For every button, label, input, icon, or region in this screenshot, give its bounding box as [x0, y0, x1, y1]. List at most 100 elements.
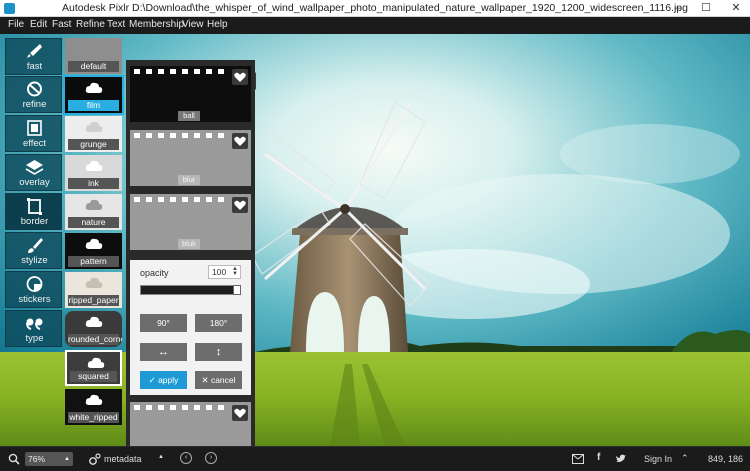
- heart-icon: [234, 200, 246, 210]
- preset-label: default: [68, 61, 119, 72]
- frame-item[interactable]: bluk: [130, 194, 251, 250]
- flip-vertical-button[interactable]: ↕: [195, 343, 242, 361]
- maximize-button[interactable]: ☐: [694, 0, 718, 17]
- category-stylize[interactable]: stylize: [5, 232, 62, 269]
- cancel-button[interactable]: ✕ cancel: [195, 371, 242, 389]
- favorite-button[interactable]: [232, 197, 248, 213]
- caret-up-icon[interactable]: ▲: [158, 454, 164, 460]
- preset-label: rounded_corne: [68, 334, 122, 345]
- frame-item[interactable]: [130, 402, 251, 446]
- flip-horizontal-button[interactable]: ↔: [140, 343, 187, 361]
- rotate-180-button[interactable]: 180°: [195, 314, 242, 332]
- heart-icon: [234, 136, 246, 146]
- category-refine[interactable]: refine: [5, 76, 62, 113]
- frame-label: bluk: [178, 239, 200, 249]
- close-button[interactable]: ✕: [722, 0, 750, 17]
- category-overlay[interactable]: overlay: [5, 154, 62, 191]
- menu-membership[interactable]: Membership: [129, 19, 184, 30]
- cloud-icon: [87, 357, 105, 368]
- category-stickers[interactable]: stickers: [5, 271, 62, 308]
- preset-squared[interactable]: squared: [65, 350, 122, 386]
- category-label: border: [20, 216, 49, 227]
- frame-label: ball: [178, 111, 200, 121]
- menu-edit[interactable]: Edit: [30, 19, 47, 30]
- cloud-icon: [85, 316, 103, 327]
- menu-file[interactable]: File: [8, 19, 24, 30]
- category-label: effect: [22, 138, 47, 149]
- title-bar: Autodesk Pixlr D:\Download\the_whisper_o…: [0, 0, 750, 17]
- category-fast[interactable]: fast: [5, 38, 62, 75]
- category-border[interactable]: border: [5, 193, 62, 230]
- pixlr-window: Autodesk Pixlr D:\Download\the_whisper_o…: [0, 0, 750, 471]
- preset-label: grunge: [68, 139, 119, 150]
- menu-refine[interactable]: Refine: [76, 19, 105, 30]
- brush-icon: [28, 238, 43, 253]
- preset-nature[interactable]: nature: [65, 194, 122, 230]
- cloud-icon: [85, 160, 103, 171]
- caret-up-icon: ▲: [64, 456, 70, 462]
- frame-item[interactable]: ball: [130, 66, 251, 122]
- spinner-arrows-icon[interactable]: ▲ ▼: [232, 266, 238, 277]
- preset-ink[interactable]: ink: [65, 155, 122, 191]
- category-effect[interactable]: effect: [5, 115, 62, 152]
- minimize-button[interactable]: –: [666, 0, 690, 17]
- preset-label: nature: [68, 217, 119, 228]
- category-label: refine: [22, 99, 47, 110]
- metadata-button[interactable]: metadata: [104, 454, 142, 464]
- x-icon: ✕: [201, 375, 211, 385]
- cloud-icon: [85, 199, 103, 210]
- frame-item[interactable]: blur: [130, 130, 251, 186]
- menu-view[interactable]: View: [182, 19, 204, 30]
- cloud-icon: [85, 121, 103, 132]
- category-type[interactable]: type: [5, 310, 62, 347]
- favorite-button[interactable]: [232, 69, 248, 85]
- category-label: type: [25, 333, 44, 344]
- status-bar: 76% ▲ metadata ▲ ‹ › f Sign In ⌃ 849, 18…: [0, 446, 750, 471]
- category-label: stylize: [21, 255, 48, 266]
- preset-default[interactable]: default: [65, 38, 122, 74]
- opacity-value: 100: [212, 267, 227, 277]
- preset-rounded-corner[interactable]: rounded_corne: [65, 311, 122, 347]
- cloud-icon: [85, 82, 103, 93]
- cloud-icon: [85, 277, 103, 288]
- preset-ripped-paper[interactable]: ripped_paper: [65, 272, 122, 308]
- preset-film[interactable]: film: [63, 75, 124, 115]
- refine-icon: [27, 81, 42, 97]
- preset-grunge[interactable]: grunge: [65, 116, 122, 152]
- facebook-icon[interactable]: f: [597, 452, 600, 463]
- cursor-coordinates: 849, 186: [708, 454, 744, 464]
- zoom-select[interactable]: 76% ▲: [25, 452, 73, 466]
- next-icon[interactable]: ›: [205, 452, 217, 464]
- twitter-icon[interactable]: [615, 454, 626, 464]
- opacity-label: opacity: [140, 268, 169, 278]
- chevron-up-icon[interactable]: ⌃: [681, 453, 689, 464]
- sign-in-link[interactable]: Sign In: [644, 454, 672, 464]
- menu-help[interactable]: Help: [207, 19, 228, 30]
- menu-text[interactable]: Text: [107, 19, 125, 30]
- menu-fast[interactable]: Fast: [52, 19, 71, 30]
- heart-icon: [234, 408, 246, 418]
- category-label: stickers: [18, 294, 51, 305]
- image-canvas[interactable]: shuffle fast refine effect overlay borde…: [0, 34, 750, 446]
- favorite-button[interactable]: [232, 133, 248, 149]
- mail-icon[interactable]: [572, 454, 584, 464]
- preset-pattern[interactable]: pattern: [65, 233, 122, 269]
- previous-icon[interactable]: ‹: [180, 452, 192, 464]
- apply-label: apply: [158, 375, 179, 385]
- opacity-input[interactable]: 100 ▲ ▼: [208, 265, 241, 279]
- preset-white-ripped[interactable]: white_ripped: [65, 389, 122, 425]
- frame-label: blur: [178, 175, 200, 185]
- sticker-icon: [26, 276, 43, 292]
- opacity-slider[interactable]: [140, 285, 241, 295]
- slider-handle[interactable]: [233, 285, 241, 295]
- film-icon: [27, 120, 42, 136]
- quote-icon: [26, 318, 43, 330]
- check-icon: ✓: [148, 375, 159, 385]
- search-icon[interactable]: [8, 453, 20, 465]
- apply-button[interactable]: ✓ apply: [140, 371, 187, 389]
- cloud-icon: [85, 394, 103, 405]
- category-label: fast: [26, 61, 43, 72]
- rotate-90-button[interactable]: 90°: [140, 314, 187, 332]
- category-label: overlay: [19, 177, 50, 188]
- favorite-button[interactable]: [232, 405, 248, 421]
